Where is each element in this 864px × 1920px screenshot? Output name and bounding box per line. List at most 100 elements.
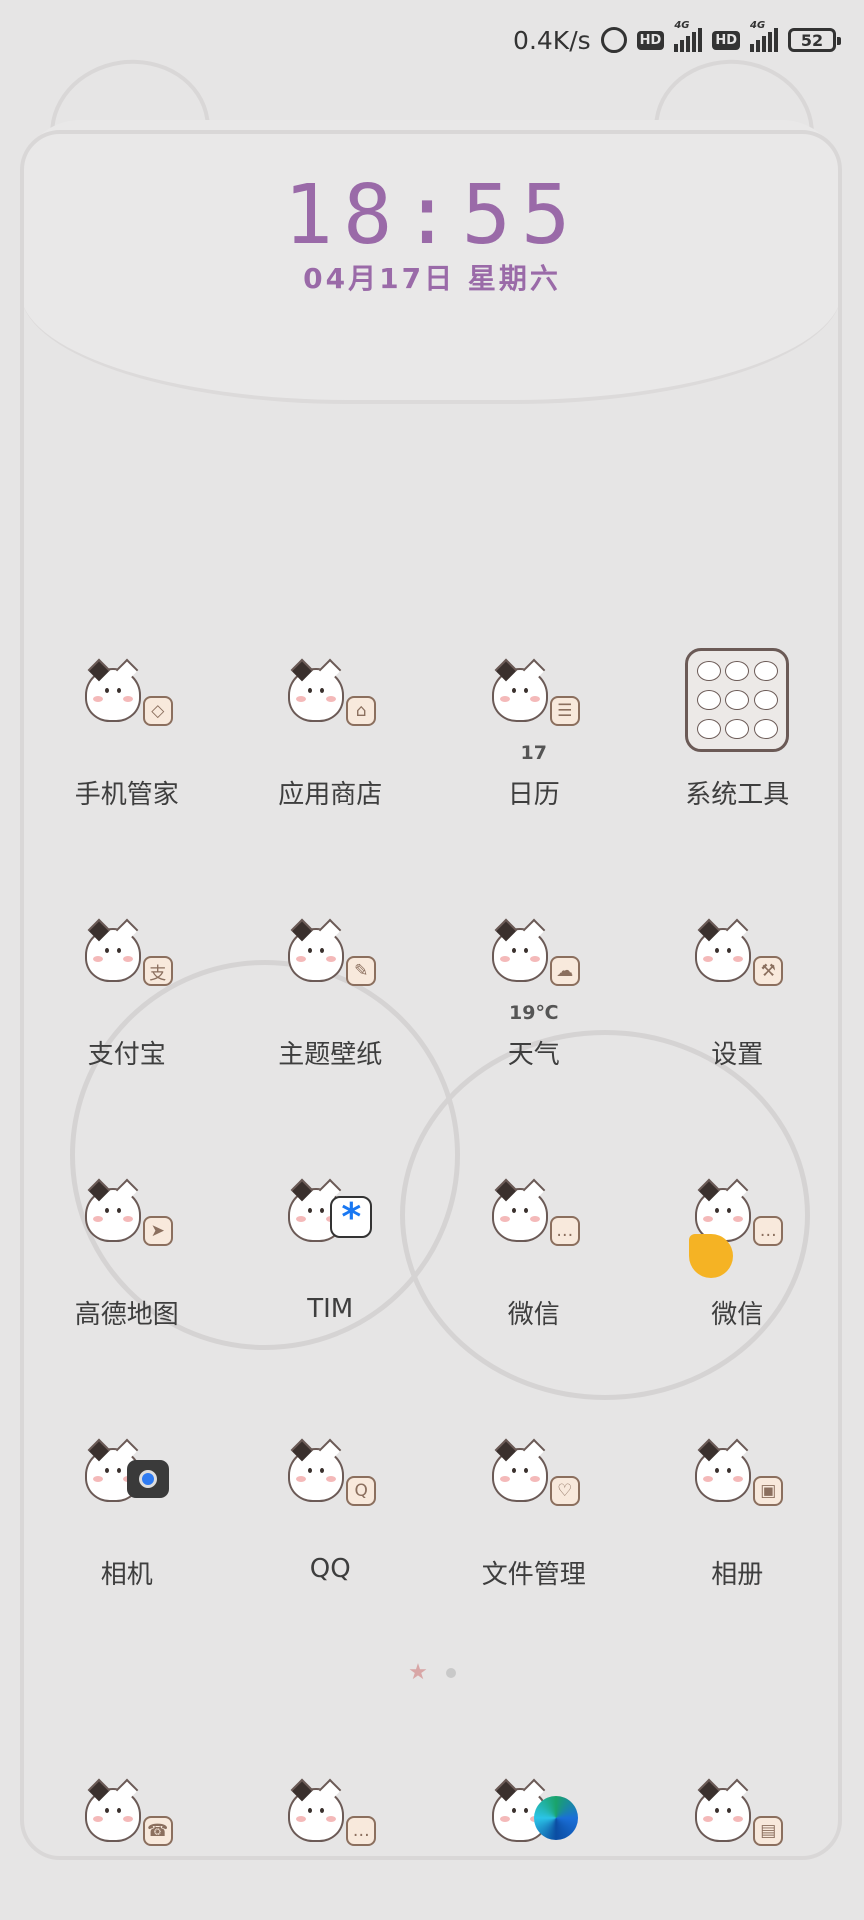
dock-app-3[interactable]	[432, 1760, 636, 1880]
app-icon-image: ☎	[67, 1760, 187, 1880]
cat-mascot-icon	[288, 928, 345, 982]
clone-badge-icon	[689, 1234, 734, 1278]
dock-app-4[interactable]: ▤	[636, 1760, 840, 1880]
app-label: 支付宝	[87, 1040, 166, 1070]
status-bar: 0.4K/s HD 4G HD 4G 52	[513, 20, 841, 60]
app-symbol-icon: ☰	[549, 696, 580, 726]
app-icon-image	[67, 1420, 187, 1540]
signal-icon: 4G	[750, 20, 778, 52]
app-icon-5[interactable]: 支支付宝	[25, 900, 229, 1160]
cat-mascot-icon	[84, 668, 141, 722]
app-label: 应用商店	[278, 780, 383, 810]
cat-mascot-icon	[288, 668, 345, 722]
app-icon-image: Q	[270, 1420, 390, 1540]
cat-mascot-icon	[491, 668, 548, 722]
alarm-icon	[600, 27, 627, 53]
app-label: 手机管家	[74, 780, 179, 810]
app-icon-4[interactable]: 系统工具	[636, 640, 840, 900]
app-label: 设置	[711, 1040, 764, 1070]
browser-icon	[533, 1796, 578, 1840]
app-row: ◇ 手机管家 ⌂ 应用商店 ☰ 17 日历 系统工具	[25, 640, 839, 900]
app-symbol-icon: Q	[346, 1476, 377, 1506]
app-icon-image: …	[270, 1760, 390, 1880]
app-label: 微信	[711, 1300, 764, 1330]
app-icon-image: ⌂	[270, 640, 390, 760]
folder-icon	[685, 648, 790, 752]
app-label: 系统工具	[685, 780, 790, 810]
app-symbol-icon: ▣	[753, 1476, 784, 1506]
app-label: 日历	[507, 780, 560, 810]
app-label: 文件管理	[481, 1560, 586, 1590]
app-row: ➤ 高德地图 * TIM … 微信 … 微信	[25, 1160, 839, 1420]
app-symbol-icon: ◇	[142, 696, 173, 726]
app-icon-11[interactable]: … 微信	[432, 1160, 636, 1420]
cat-mascot-icon	[491, 1448, 548, 1502]
page-indicator: ★	[0, 1660, 864, 1685]
app-symbol-icon: ⚒	[753, 956, 784, 986]
app-label: 相机	[100, 1560, 153, 1590]
dock: ☎ … ▤	[25, 1760, 839, 1880]
cat-mascot-icon	[84, 1188, 141, 1242]
hd-badge: HD	[636, 30, 665, 50]
clock-time: 18:55	[283, 168, 581, 263]
page-dot-active: ★	[408, 1660, 428, 1685]
app-icon-7[interactable]: ☁ 19℃ 天气	[432, 900, 636, 1160]
app-symbol-icon: ☎	[142, 1816, 173, 1846]
signal-icon: 4G	[674, 20, 703, 52]
app-row: 支支付宝 ✎ 主题壁纸 ☁ 19℃ 天气 ⚒ 设置	[25, 900, 839, 1160]
cat-mascot-icon	[695, 1788, 752, 1842]
app-label: QQ	[309, 1554, 351, 1584]
camera-icon	[126, 1460, 169, 1498]
icon-sublabel: 17	[520, 742, 547, 764]
app-label: 天气	[507, 1040, 560, 1070]
app-icon-image: ◇	[67, 640, 187, 760]
dock-app-2[interactable]: …	[229, 1760, 433, 1880]
cat-mascot-icon	[695, 928, 752, 982]
app-icon-image: 支	[67, 900, 187, 1020]
app-symbol-icon: ▤	[753, 1816, 784, 1846]
app-icon-10[interactable]: * TIM	[229, 1160, 433, 1420]
app-symbol-icon: …	[753, 1216, 784, 1246]
app-label: 微信	[507, 1300, 560, 1330]
app-icon-13[interactable]: 相机	[25, 1420, 229, 1680]
app-symbol-icon: ☁	[549, 956, 580, 986]
network-speed: 0.4K/s	[513, 25, 591, 55]
app-icon-12[interactable]: … 微信	[636, 1160, 840, 1420]
clock-widget[interactable]: 18:55 04月17日 星期六	[0, 168, 864, 297]
app-icon-16[interactable]: ▣ 相册	[636, 1420, 840, 1680]
app-icon-image: …	[474, 1160, 594, 1280]
app-icon-image: ▣	[677, 1420, 797, 1540]
cat-mascot-icon	[84, 1788, 141, 1842]
app-icon-3[interactable]: ☰ 17 日历	[432, 640, 636, 900]
cat-mascot-icon	[288, 1448, 345, 1502]
page-dot	[445, 1667, 456, 1678]
app-icon-image: ⚒	[677, 900, 797, 1020]
cat-mascot-icon	[288, 1788, 345, 1842]
app-row: 相机 Q QQ ♡ 文件管理 ▣ 相册	[25, 1420, 839, 1680]
app-icon-15[interactable]: ♡ 文件管理	[432, 1420, 636, 1680]
tim-icon: *	[330, 1195, 373, 1239]
app-icon-1[interactable]: ◇ 手机管家	[25, 640, 229, 900]
app-symbol-icon: ♡	[549, 1476, 580, 1506]
icon-sublabel: 19℃	[509, 1002, 559, 1024]
app-icon-image: *	[270, 1160, 390, 1280]
app-label: TIM	[307, 1294, 354, 1324]
app-label: 相册	[711, 1560, 764, 1590]
dock-app-1[interactable]: ☎	[25, 1760, 229, 1880]
app-icon-image: …	[677, 1160, 797, 1280]
network-type-label: 4G	[750, 20, 766, 31]
cat-mascot-icon	[491, 1188, 548, 1242]
app-icon-9[interactable]: ➤ 高德地图	[25, 1160, 229, 1420]
clock-date: 04月17日 星期六	[303, 262, 561, 295]
app-icon-image: ♡	[474, 1420, 594, 1540]
cat-mascot-icon	[695, 1448, 752, 1502]
app-icon-2[interactable]: ⌂ 应用商店	[229, 640, 433, 900]
app-grid: ◇ 手机管家 ⌂ 应用商店 ☰ 17 日历 系统工具支支付宝 ✎ 主题壁纸 ☁ 19℃ 天气 ⚒ 设置 ➤ 高德…	[25, 640, 839, 1680]
battery-icon: 52	[788, 28, 841, 52]
app-icon-14[interactable]: Q QQ	[229, 1420, 433, 1680]
app-icon-image: ☰ 17	[474, 640, 594, 764]
app-icon-8[interactable]: ⚒ 设置	[636, 900, 840, 1160]
app-symbol-icon: …	[549, 1216, 580, 1246]
app-icon-6[interactable]: ✎ 主题壁纸	[229, 900, 433, 1160]
app-icon-image: ➤	[67, 1160, 187, 1280]
